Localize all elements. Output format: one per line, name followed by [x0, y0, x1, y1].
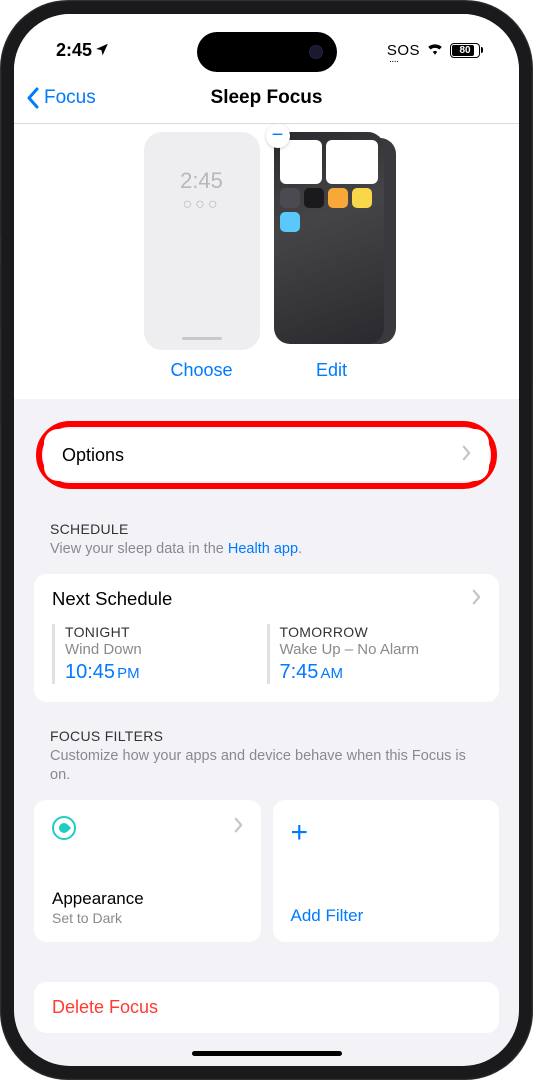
delete-focus-button[interactable]: Delete Focus: [34, 982, 499, 1033]
chevron-right-icon: [462, 445, 471, 466]
location-icon: [95, 40, 109, 61]
tomorrow-column: TOMORROW Wake Up – No Alarm 7:45AM: [267, 624, 482, 684]
status-time: 2:45: [56, 40, 92, 61]
appearance-icon: [52, 816, 76, 840]
battery-indicator: 80: [450, 43, 483, 58]
options-label: Options: [62, 445, 124, 466]
back-button[interactable]: Focus: [14, 87, 96, 109]
customize-screens-section: 2:45 ○○○ Choose −: [14, 124, 519, 399]
chevron-right-icon: [234, 817, 243, 838]
remove-screen-button[interactable]: −: [266, 124, 290, 148]
health-app-link[interactable]: Health app: [228, 541, 298, 557]
edit-button[interactable]: Edit: [316, 360, 347, 381]
highlight-annotation: Options: [36, 421, 497, 489]
chevron-right-icon: [472, 588, 481, 610]
dynamic-island: [197, 32, 337, 72]
home-screen-preview[interactable]: −: [274, 132, 390, 350]
sos-indicator: SOS: [387, 42, 420, 59]
phone-frame: 2:45 SOS 80: [0, 0, 533, 1080]
home-indicator[interactable]: [192, 1051, 342, 1056]
wifi-icon: [426, 41, 444, 59]
plus-icon: +: [291, 816, 482, 850]
next-schedule-label: Next Schedule: [52, 588, 172, 610]
page-title: Sleep Focus: [211, 87, 323, 109]
choose-button[interactable]: Choose: [170, 360, 232, 381]
options-row[interactable]: Options: [44, 429, 489, 481]
schedule-header: SCHEDULE View your sleep data in the Hea…: [14, 495, 519, 564]
back-label: Focus: [44, 87, 96, 109]
nav-header: Focus Sleep Focus: [14, 72, 519, 124]
filters-header: FOCUS FILTERS Customize how your apps an…: [14, 702, 519, 790]
appearance-filter-card[interactable]: Appearance Set to Dark: [34, 800, 261, 942]
add-filter-card[interactable]: + Add Filter: [273, 800, 500, 942]
lock-screen-preview[interactable]: 2:45 ○○○: [144, 132, 260, 350]
tonight-column: TONIGHT Wind Down 10:45PM: [52, 624, 267, 684]
next-schedule-card[interactable]: Next Schedule TONIGHT Wind Down 10:45PM …: [34, 574, 499, 702]
screen: 2:45 SOS 80: [14, 14, 519, 1066]
